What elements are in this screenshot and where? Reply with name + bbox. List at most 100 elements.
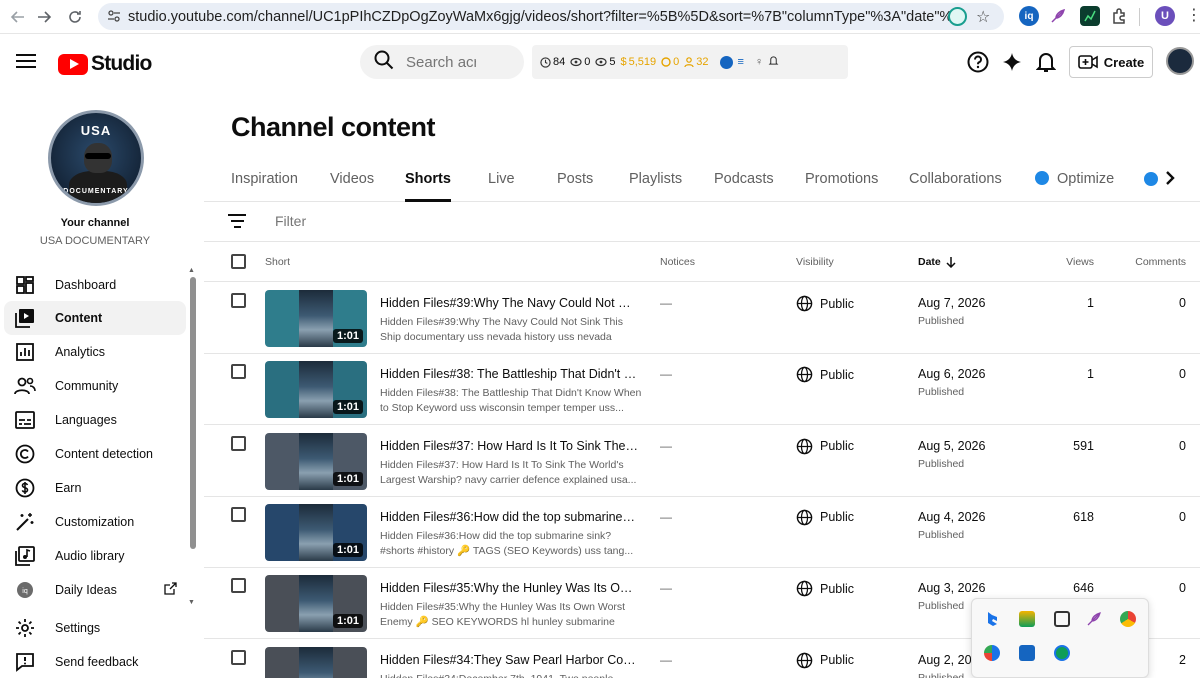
sidebar-item-label: Daily Ideas [55,583,117,597]
sparkle-icon[interactable] [1000,50,1024,74]
sidebar-item-send-feedback[interactable]: Send feedback [4,645,186,678]
clipboard-app-icon[interactable] [1054,611,1070,627]
tab-posts[interactable]: Posts [557,171,593,202]
sidebar-scrollbar[interactable] [190,277,196,549]
extension-vidiq-icon[interactable]: iq [1019,6,1039,26]
notifications-bell-icon[interactable] [1034,50,1058,74]
monitor-app-icon[interactable] [1019,645,1035,661]
tab-inspiration[interactable]: Inspiration [231,171,298,202]
tab-promotions[interactable]: Promotions [805,171,878,202]
sidebar-item-daily-ideas[interactable]: iq Daily Ideas [4,573,186,607]
search-input[interactable] [406,53,476,71]
video-thumbnail[interactable]: 1:01 [265,290,367,347]
search-icon[interactable] [374,50,394,75]
table-row[interactable]: 1:01 Hidden Files#39:Why The Navy Could … [204,283,1200,354]
table-row[interactable]: 1:01 Hidden Files#36:How did the top sub… [204,497,1200,568]
row-checkbox[interactable] [231,293,246,308]
menu-icon[interactable] [16,54,36,72]
visibility-dropdown[interactable]: Public [796,366,854,383]
globe-icon [796,580,813,597]
video-title[interactable]: Hidden Files#35:Why the Hunley Was Its O… [380,581,638,595]
filter-icon[interactable] [228,214,246,232]
visibility-dropdown[interactable]: Public [796,295,854,312]
tab-live[interactable]: Live [488,171,515,202]
video-title[interactable]: Hidden Files#34:They Saw Pearl Harbor Co… [380,653,638,667]
account-avatar[interactable] [1166,47,1194,75]
bing-icon[interactable] [984,611,1000,627]
profile-avatar-browser[interactable]: U [1155,6,1175,26]
row-checkbox[interactable] [231,649,246,665]
col-date[interactable]: Date [918,256,956,268]
chrome-icon[interactable] [1120,611,1136,627]
sidebar-item-earn[interactable]: Earn [4,471,186,505]
notice-value: — [660,509,672,524]
sync-app-icon[interactable] [1054,645,1070,661]
tab-videos[interactable]: Videos [330,171,374,202]
video-thumbnail[interactable]: 1:01 [265,575,367,633]
feather-app-icon[interactable] [1086,611,1102,627]
vidiq-badge-icon[interactable] [1144,172,1158,186]
lens-icon[interactable] [948,7,967,26]
table-row[interactable]: 1:01 Hidden Files#37: How Hard Is It To … [204,426,1200,497]
video-thumbnail[interactable]: 1:01 [265,432,367,490]
sidebar-item-content-detection[interactable]: Content detection [4,437,186,471]
tab-playlists[interactable]: Playlists [629,171,682,202]
row-checkbox[interactable] [231,364,246,380]
sidebar-item-community[interactable]: Community [4,369,186,403]
sidebar-item-languages[interactable]: Languages [4,403,186,437]
browser-menu-icon[interactable]: ⋮ [1186,6,1200,26]
youtube-studio-logo[interactable]: Studio [58,52,152,76]
video-title[interactable]: Hidden Files#36:How did the top submarin… [380,510,638,524]
sidebar-item-label: Customization [55,515,135,529]
stack-app-icon[interactable] [1019,611,1035,627]
search-box[interactable] [360,45,524,79]
extensions-puzzle-icon[interactable] [1109,6,1129,26]
tab-collaborations[interactable]: Collaborations [909,171,1002,202]
sidebar-item-settings[interactable]: Settings [4,611,186,645]
visibility-dropdown[interactable]: Public [796,652,854,669]
tab-podcasts[interactable]: Podcasts [714,171,774,202]
filter-input[interactable] [275,213,475,229]
duration-badge: 1:01 [332,542,363,557]
bookmark-star-icon[interactable]: ☆ [976,7,990,27]
tabs-next-chevron-icon[interactable] [1164,170,1176,191]
video-title[interactable]: Hidden Files#37: How Hard Is It To Sink … [380,439,638,453]
sidebar-item-audio-library[interactable]: Audio library [4,539,186,573]
help-icon[interactable] [966,50,990,74]
list-icon[interactable]: ≡ [738,56,744,68]
extension-chart-icon[interactable] [1080,6,1100,26]
table-row[interactable]: 1:01 Hidden Files#38: The Battleship Tha… [204,354,1200,426]
extension-feather-icon[interactable] [1048,6,1068,26]
video-thumbnail[interactable]: 1:01 [265,646,367,678]
vidiq-stats-bar[interactable]: 84 0 5 $ 5,519 0 32 ≡ ♀ [532,45,848,79]
browser-app-icon[interactable] [984,645,1000,661]
scroll-up-arrow[interactable]: ▲ [188,267,195,274]
video-title[interactable]: Hidden Files#39:Why The Navy Could Not S… [380,296,638,310]
address-bar[interactable]: studio.youtube.com/channel/UC1pPIhCZDpOg… [98,3,1004,30]
scroll-down-arrow[interactable]: ▼ [188,599,195,606]
site-info-icon[interactable] [107,9,121,28]
sidebar-item-analytics[interactable]: Analytics [4,335,186,369]
sidebar-item-dashboard[interactable]: Dashboard [4,268,186,302]
tab-optimize[interactable]: Optimize [1035,171,1114,202]
vidiq-icon[interactable] [719,55,733,69]
reload-icon[interactable] [60,2,90,32]
visibility-dropdown[interactable]: Public [796,509,854,526]
row-checkbox[interactable] [231,506,246,522]
sidebar-item-customization[interactable]: Customization [4,505,186,539]
sidebar-item-content[interactable]: Content [4,301,186,335]
row-checkbox[interactable] [231,435,246,451]
create-button[interactable]: Create [1069,46,1153,78]
award-icon[interactable]: ♀ [755,56,763,68]
video-thumbnail[interactable]: 1:01 [265,361,367,419]
tab-shorts[interactable]: Shorts [405,171,451,202]
video-title[interactable]: Hidden Files#38: The Battleship That Did… [380,367,638,381]
visibility-dropdown[interactable]: Public [796,580,854,597]
video-thumbnail[interactable]: 1:01 [265,503,367,561]
row-checkbox[interactable] [231,578,246,594]
select-all-checkbox[interactable] [231,254,246,269]
channel-avatar[interactable]: USA DOCUMENTARY [48,110,144,206]
forward-icon[interactable] [29,2,59,32]
bell-small-icon[interactable] [768,55,779,69]
visibility-dropdown[interactable]: Public [796,438,854,455]
